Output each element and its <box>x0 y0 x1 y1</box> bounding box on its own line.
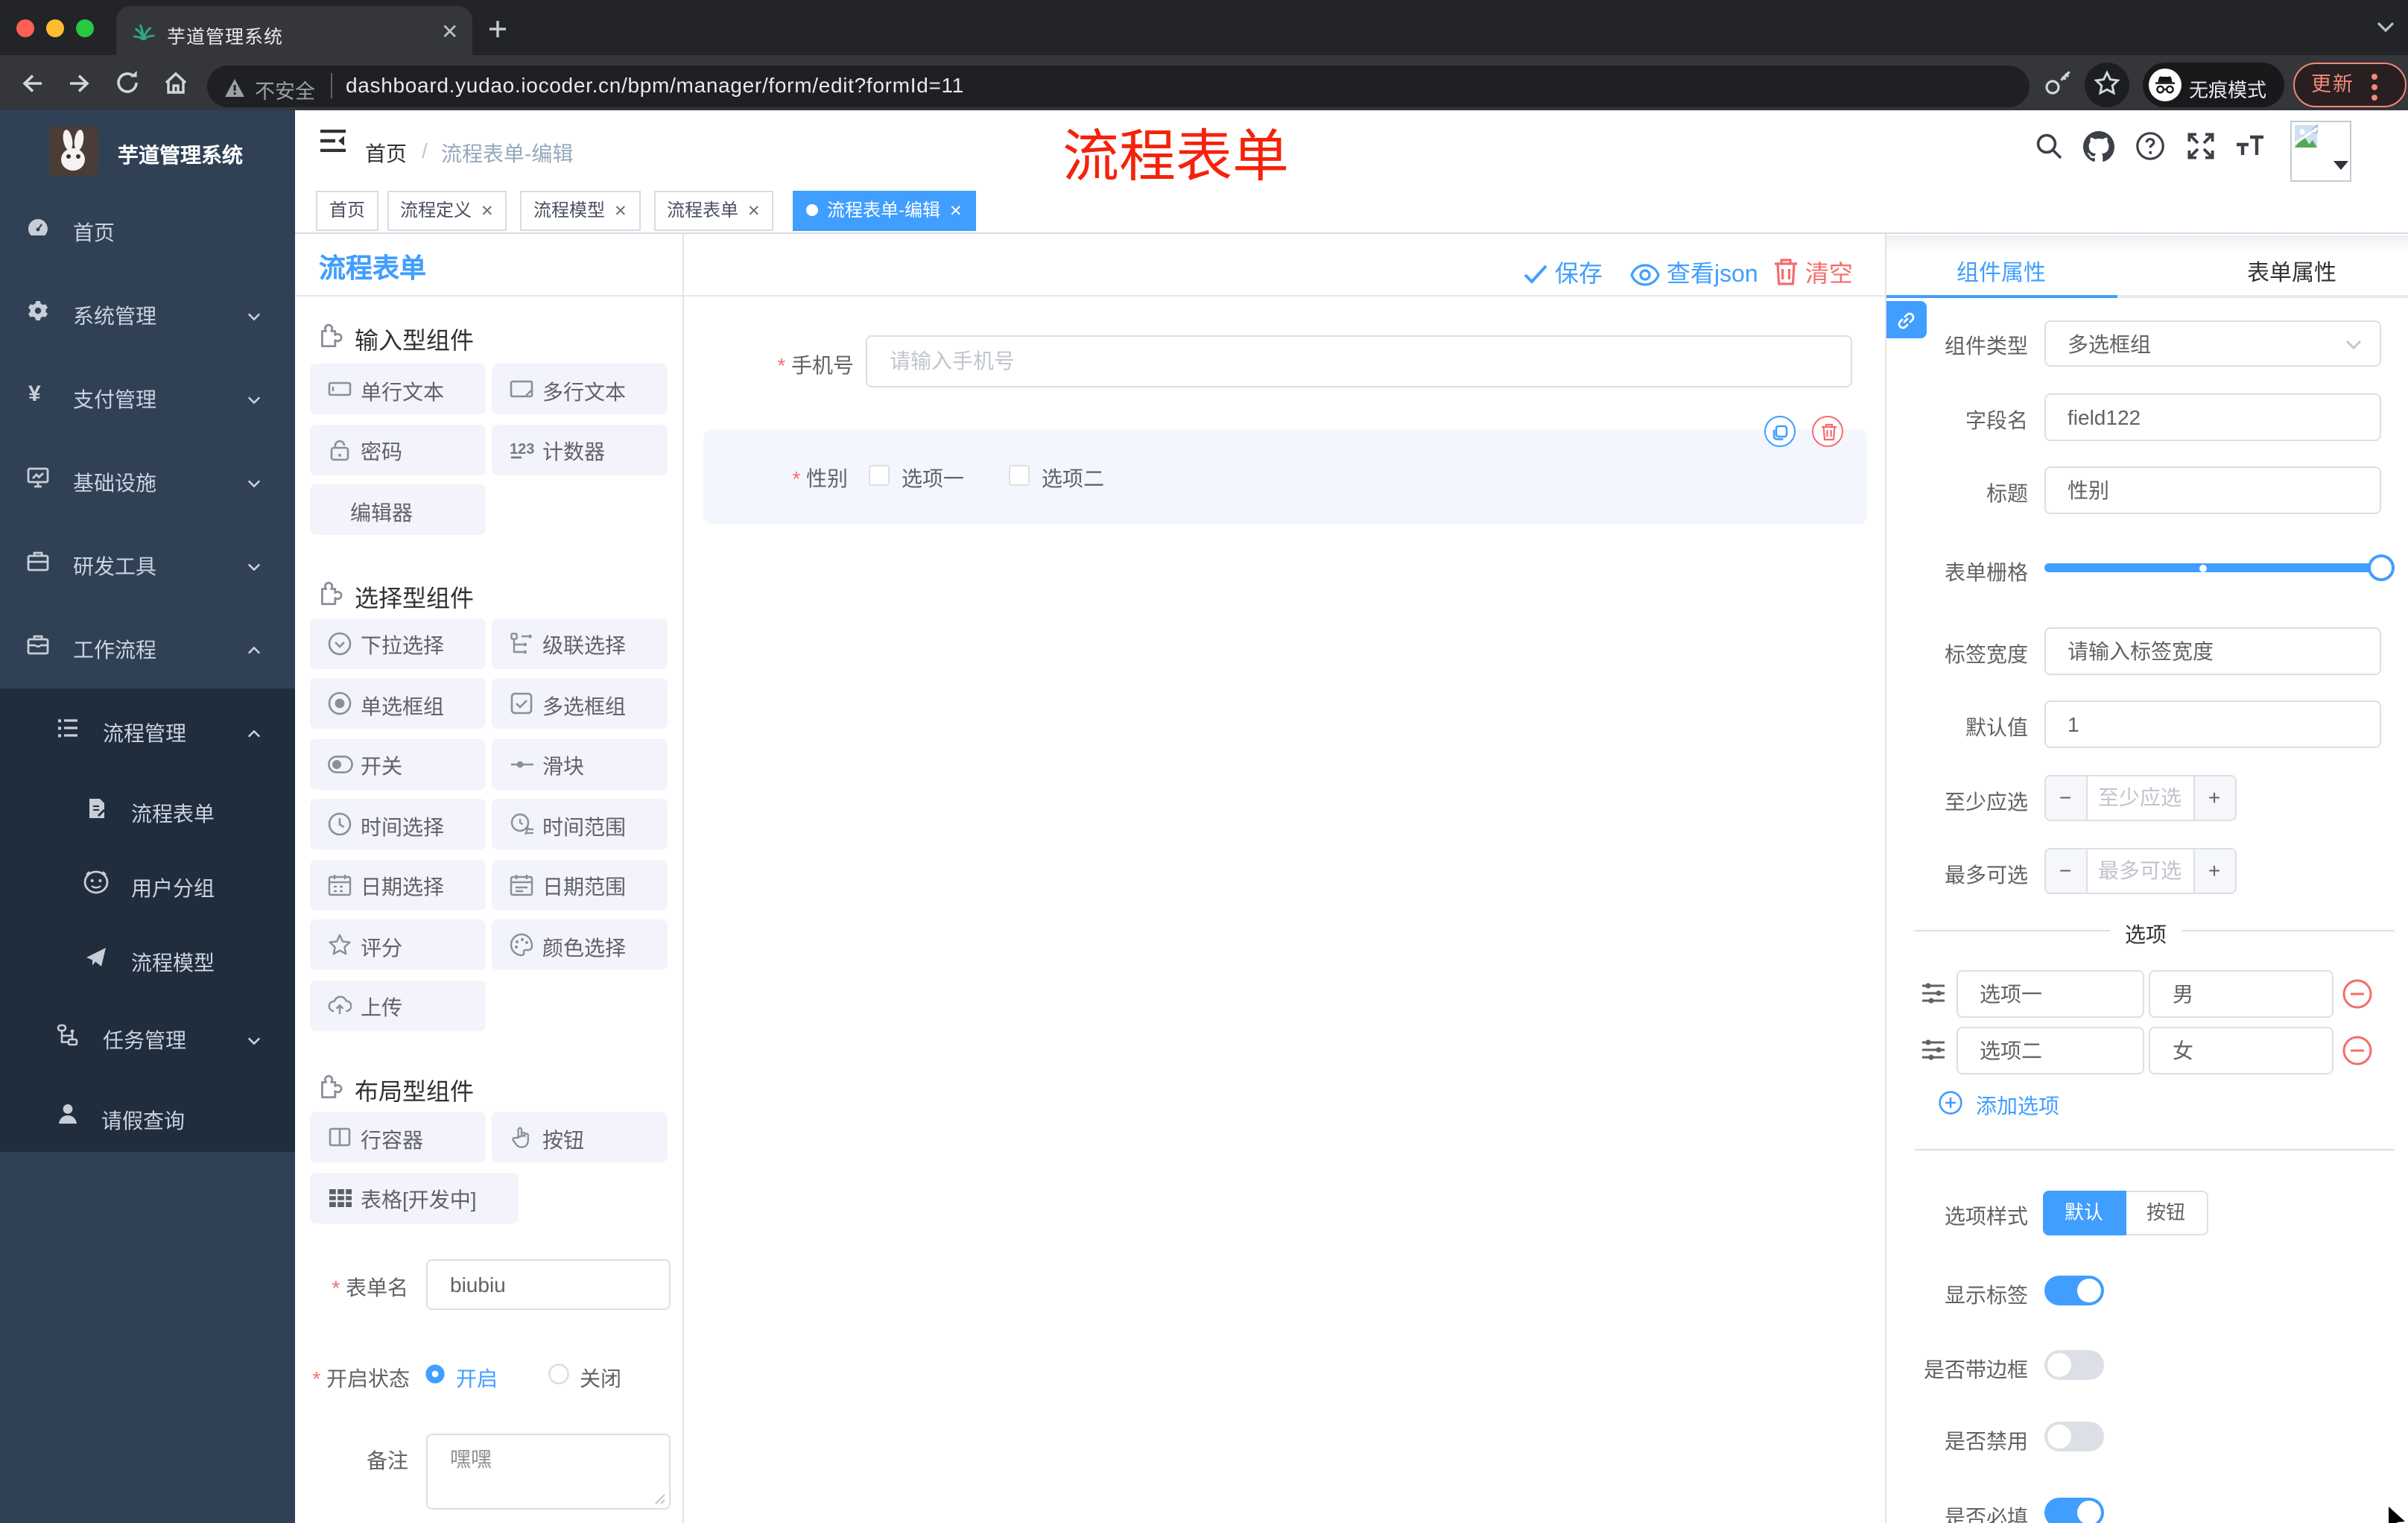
svg-text:123: 123 <box>510 440 534 457</box>
